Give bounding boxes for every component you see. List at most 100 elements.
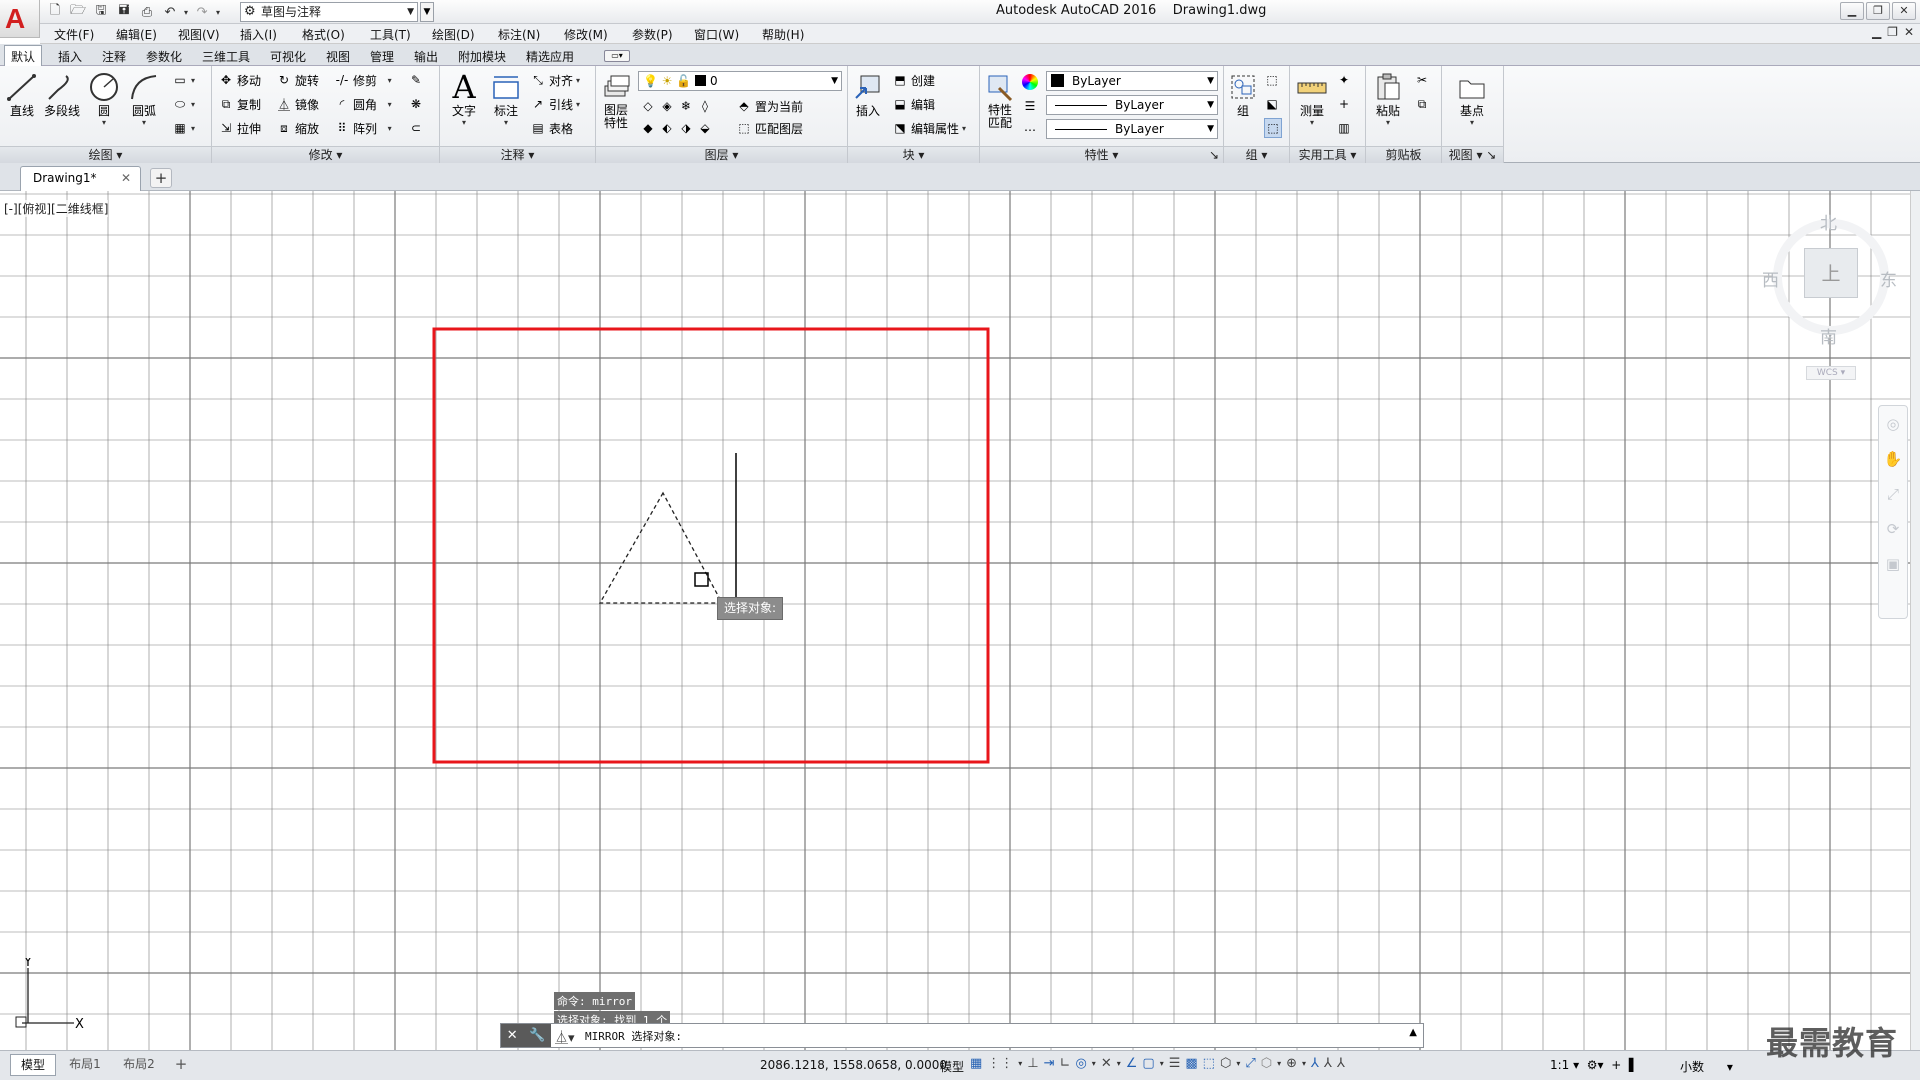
match-layer-button[interactable]: ⬚ 匹配图层 bbox=[736, 118, 803, 138]
tab-insert[interactable]: 插入 bbox=[58, 48, 82, 65]
panel-draw-title[interactable]: 绘图 ▾ bbox=[0, 146, 211, 163]
orbit-icon[interactable]: ⟳ bbox=[1879, 511, 1907, 546]
rotate-button[interactable]: ↻ 旋转 bbox=[276, 70, 319, 90]
create-block-button[interactable]: ⬒ 创建 bbox=[892, 70, 935, 90]
workspace-selector[interactable]: ⚙ 草图与注释 ▼ bbox=[240, 2, 418, 22]
layer-unlock-icon[interactable]: ⬙ bbox=[697, 120, 713, 136]
tab-view[interactable]: 视图 bbox=[326, 48, 350, 65]
line-button[interactable]: 直线 bbox=[2, 70, 42, 118]
rectangle-button[interactable]: ▭ ▾ bbox=[172, 70, 195, 90]
circle-dropdown-icon[interactable]: ▾ bbox=[84, 118, 124, 127]
menu-help[interactable]: 帮助(H) bbox=[762, 26, 804, 43]
fillet-button[interactable]: ◜ 圆角 ▾ bbox=[334, 94, 392, 114]
hatch-button[interactable]: ▦ ▾ bbox=[172, 118, 195, 138]
grid-toggle-icon[interactable]: ▦ bbox=[970, 1056, 982, 1071]
edit-block-button[interactable]: ⬓ 编辑 bbox=[892, 94, 935, 114]
tab-annotate[interactable]: 注释 bbox=[102, 48, 126, 65]
dynamic-ucs-icon[interactable]: ⤢ bbox=[1245, 1056, 1255, 1071]
panel-layers-title[interactable]: 图层 ▾ bbox=[596, 146, 847, 163]
group-button[interactable]: 组 bbox=[1226, 70, 1260, 118]
ellipse-button[interactable]: ⬭ ▾ bbox=[172, 94, 195, 114]
annotation-scale-dropdown[interactable]: 1:1 ▾ ⚙▾ + ▌ bbox=[1550, 1058, 1638, 1072]
mirror-button[interactable]: ⏅ 镜像 bbox=[276, 94, 319, 114]
layer-properties-button[interactable]: 图层 特性 bbox=[596, 70, 636, 130]
add-layout-button[interactable]: + bbox=[170, 1054, 192, 1076]
doc-close-button[interactable]: ✕ bbox=[1904, 25, 1914, 39]
annotation-scale-icon[interactable]: ⅄ bbox=[1337, 1056, 1345, 1071]
showmotion-icon[interactable]: ▣ bbox=[1879, 546, 1907, 581]
offset-button[interactable]: ⊂ bbox=[408, 118, 424, 138]
menu-draw[interactable]: 绘图(D) bbox=[432, 26, 475, 43]
layer-on-icon[interactable]: ◆ bbox=[640, 120, 656, 136]
selection-cycling-icon[interactable]: ⬚ bbox=[1203, 1056, 1215, 1071]
menu-edit[interactable]: 编辑(E) bbox=[116, 26, 157, 43]
menu-tools[interactable]: 工具(T) bbox=[370, 26, 411, 43]
object-snap-icon[interactable]: ▢ bbox=[1142, 1056, 1154, 1071]
menu-view[interactable]: 视图(V) bbox=[178, 26, 220, 43]
mirror-command-icon[interactable]: ⏅▾ bbox=[555, 1027, 575, 1046]
measure-button[interactable]: 测量 ▾ bbox=[1292, 70, 1332, 127]
viewport-controls-label[interactable]: [-][俯视][二维线框] bbox=[4, 200, 109, 217]
steering-wheel-icon[interactable]: ◎ bbox=[1879, 406, 1907, 441]
paste-button[interactable]: 粘贴 ▾ bbox=[1368, 70, 1408, 127]
tab-visualize[interactable]: 可视化 bbox=[270, 48, 306, 65]
insert-block-button[interactable]: 插入 bbox=[848, 70, 888, 118]
table-button[interactable]: ▤ 表格 bbox=[530, 118, 573, 138]
close-icon[interactable]: ✕ bbox=[507, 1028, 518, 1043]
minimize-button[interactable]: ▁ bbox=[1840, 2, 1864, 20]
copy-clip-button[interactable]: ⧉ bbox=[1414, 94, 1430, 114]
model-space-toggle[interactable]: 模型 bbox=[940, 1058, 964, 1075]
panel-utilities-title[interactable]: 实用工具 ▾ bbox=[1290, 146, 1365, 163]
3d-osnap-icon[interactable]: ⬡ bbox=[1220, 1056, 1231, 1071]
point-button[interactable]: + bbox=[1336, 94, 1352, 114]
layout-tab-layout1[interactable]: 布局1 bbox=[60, 1054, 110, 1076]
save-as-icon[interactable]: 🖬 bbox=[115, 3, 133, 21]
leader-button[interactable]: ↗ 引线 ▾ bbox=[530, 94, 580, 114]
stretch-button[interactable]: ⇲ 拉伸 bbox=[218, 118, 261, 138]
new-file-icon[interactable]: 🗋 bbox=[46, 3, 64, 21]
new-drawing-tab-button[interactable]: + bbox=[150, 168, 172, 188]
menu-parametric[interactable]: 参数(P) bbox=[632, 26, 673, 43]
annotation-visibility-icon[interactable]: ⅄ bbox=[1311, 1056, 1319, 1071]
gizmo-icon[interactable]: ⊕ bbox=[1286, 1056, 1297, 1071]
panel-modify-title[interactable]: 修改 ▾ bbox=[212, 146, 439, 163]
circle-button[interactable]: 圆 ▾ bbox=[84, 70, 124, 127]
close-button[interactable]: ✕ bbox=[1892, 2, 1916, 20]
undo-dropdown-icon[interactable]: ▾ bbox=[184, 8, 188, 17]
panel-annotation-title[interactable]: 注释 ▾ bbox=[440, 146, 595, 163]
align-button[interactable]: ⤡ 对齐 ▾ bbox=[530, 70, 580, 90]
menu-format[interactable]: 格式(O) bbox=[302, 26, 345, 43]
scale-button[interactable]: ⧈ 缩放 bbox=[276, 118, 319, 138]
copy-button[interactable]: ⧉ 复制 bbox=[218, 94, 261, 114]
linetype-dropdown[interactable]: ByLayer ▼ bbox=[1046, 95, 1218, 115]
vertical-scrollbar[interactable] bbox=[1910, 191, 1920, 1050]
ortho-icon[interactable]: ∟ bbox=[1060, 1056, 1071, 1071]
close-icon[interactable]: ✕ bbox=[121, 167, 131, 189]
transparency-icon[interactable]: ▩ bbox=[1185, 1056, 1197, 1071]
set-current-button[interactable]: ⬘ 置为当前 bbox=[736, 96, 803, 116]
selection-filter-icon[interactable]: ⬡ bbox=[1261, 1056, 1272, 1071]
calculator-button[interactable]: ▥ bbox=[1336, 118, 1352, 138]
redo-icon[interactable]: ↷ bbox=[193, 3, 211, 21]
qat-customize-button[interactable]: ▼ bbox=[420, 2, 434, 22]
redo-dropdown-icon[interactable]: ▾ bbox=[216, 8, 220, 17]
command-input[interactable]: MIRROR 选择对象: bbox=[585, 1028, 682, 1044]
trim-button[interactable]: -/- 修剪 ▾ bbox=[334, 70, 392, 90]
open-file-icon[interactable]: 🗁 bbox=[69, 3, 87, 21]
application-menu-button[interactable]: A bbox=[0, 0, 40, 38]
print-icon[interactable]: ⎙ bbox=[138, 3, 156, 21]
dialog-launcher-icon[interactable]: ↘ bbox=[1209, 147, 1219, 163]
menu-insert[interactable]: 插入(I) bbox=[240, 26, 277, 43]
infer-constraints-icon[interactable]: ⊥ bbox=[1027, 1056, 1038, 1071]
object-snap-tracking-icon[interactable]: ∠ bbox=[1126, 1056, 1138, 1071]
pan-icon[interactable]: ✋ bbox=[1879, 441, 1907, 476]
tab-featured-apps[interactable]: 精选应用 bbox=[526, 48, 574, 65]
restore-button[interactable]: ❐ bbox=[1866, 2, 1890, 20]
wcs-menu[interactable]: WCS ▾ bbox=[1806, 366, 1856, 380]
layer-isolate-icon[interactable]: ◈ bbox=[659, 98, 675, 114]
tab-addins[interactable]: 附加模块 bbox=[458, 48, 506, 65]
arc-button[interactable]: 圆弧 ▾ bbox=[124, 70, 164, 127]
doc-minimize-button[interactable]: ▁ bbox=[1872, 25, 1881, 39]
dimension-button[interactable]: 标注 ▾ bbox=[486, 70, 526, 127]
layer-freeze-icon[interactable]: ❄ bbox=[678, 98, 694, 114]
